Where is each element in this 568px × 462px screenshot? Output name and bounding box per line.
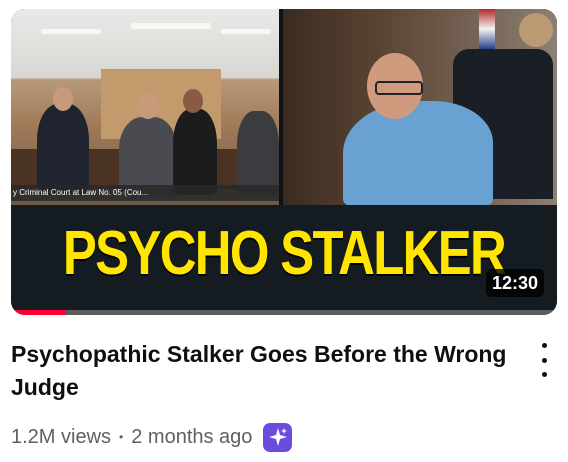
sparkle-icon[interactable] [263, 422, 293, 452]
court-caption: y Criminal Court at Law No. 05 (Cou... [11, 185, 279, 201]
video-card[interactable]: y Criminal Court at Law No. 05 (Cou... P… [0, 0, 568, 462]
video-thumbnail[interactable]: y Criminal Court at Law No. 05 (Cou... P… [11, 9, 557, 315]
view-count: 1.2M views [11, 425, 112, 448]
vertical-ellipsis-icon [541, 343, 547, 348]
separator-dot: • [119, 430, 124, 444]
duration-badge: 12:30 [485, 269, 544, 297]
judge-scene-image [283, 9, 557, 205]
upload-age: 2 months ago [131, 425, 253, 448]
video-metadata: 1.2M views • 2 months ago [11, 422, 293, 452]
watch-progress-fill [11, 310, 66, 315]
courtroom-scene-image: y Criminal Court at Law No. 05 (Cou... [11, 9, 279, 205]
thumbnail-headline: PSYCHO STALKER [62, 219, 507, 288]
video-title[interactable]: Psychopathic Stalker Goes Before the Wro… [11, 338, 511, 404]
more-options-button[interactable] [532, 343, 556, 377]
watch-progress-bar [11, 310, 557, 315]
